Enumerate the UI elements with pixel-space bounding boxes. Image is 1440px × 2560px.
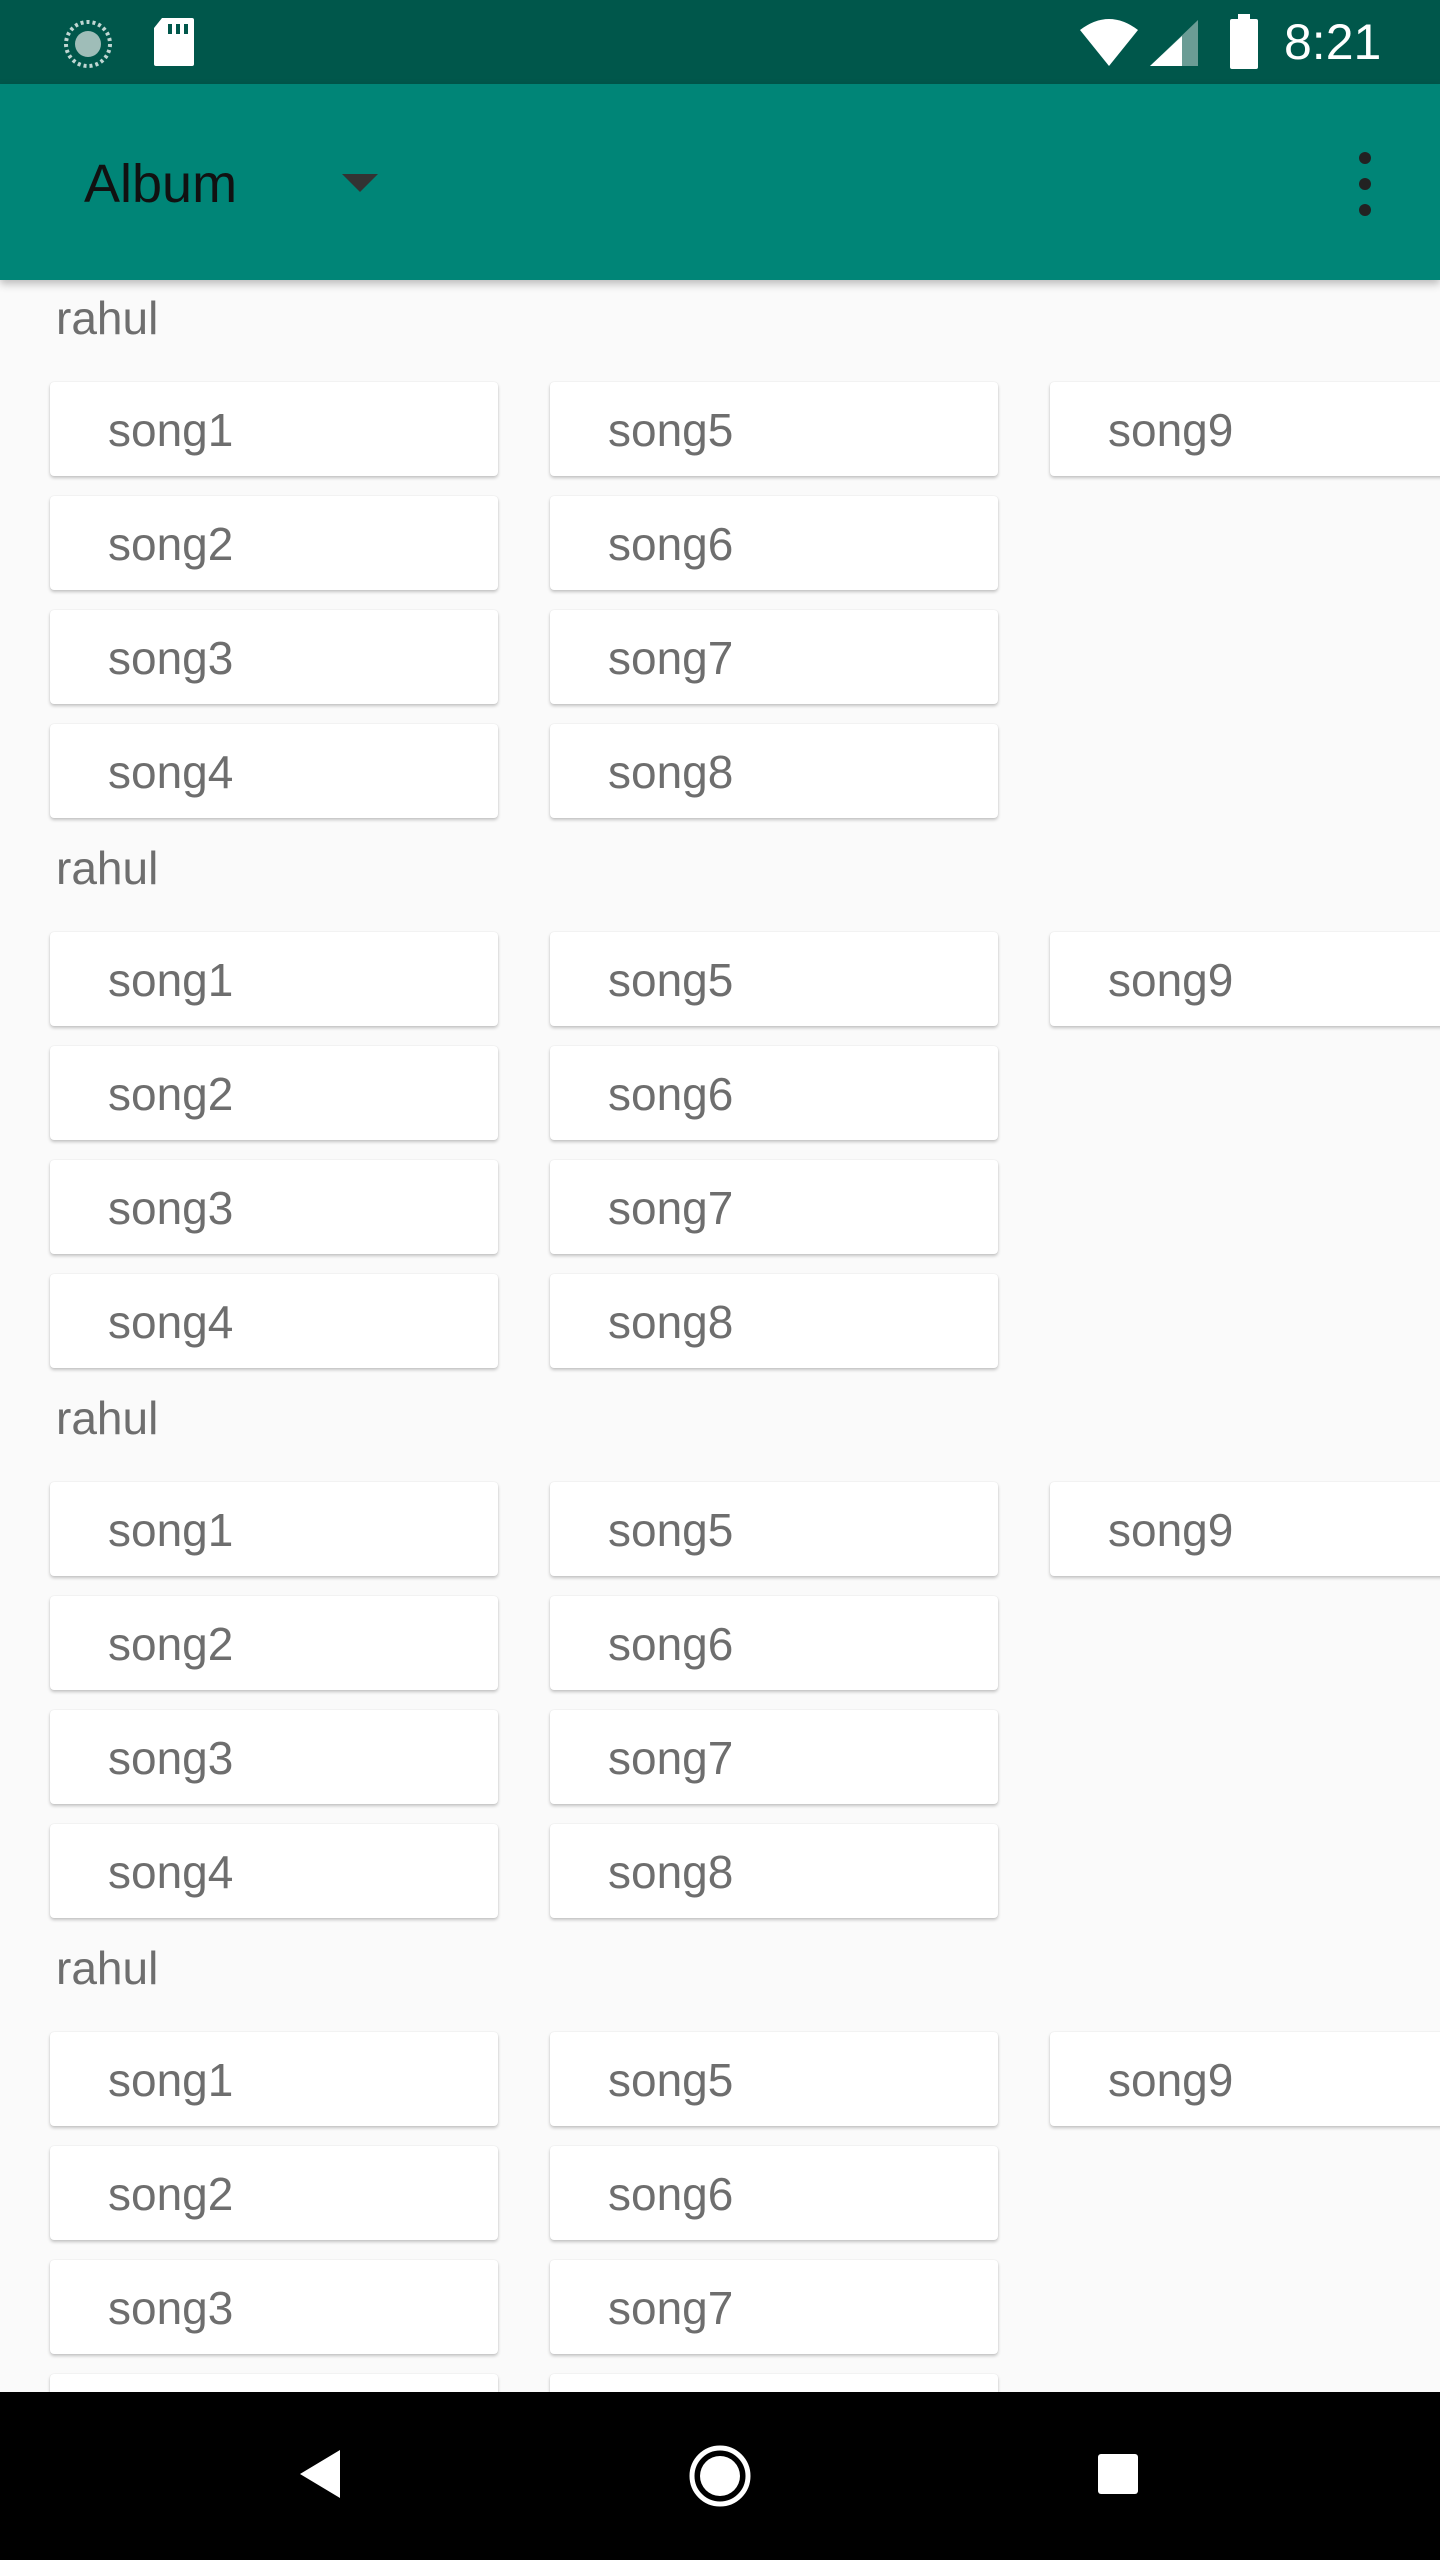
recents-icon[interactable] <box>1096 2452 1140 2496</box>
song-label: song6 <box>608 518 734 570</box>
navigation-bar <box>0 2392 1440 2560</box>
song-label: song1 <box>108 2054 234 2106</box>
song-label: song9 <box>1108 1504 1234 1556</box>
cell-signal-icon <box>1150 20 1198 66</box>
song-label: song7 <box>608 1732 734 1784</box>
song-button[interactable]: song8 <box>550 2374 998 2392</box>
song-label: song6 <box>608 1068 734 1120</box>
song-label: song3 <box>108 632 234 684</box>
song-button[interactable]: song1 <box>50 382 498 476</box>
song-button[interactable]: song6 <box>550 1046 998 1140</box>
song-label: song7 <box>608 1182 734 1234</box>
song-label: song7 <box>608 632 734 684</box>
song-label: song2 <box>108 2168 234 2220</box>
song-label: song2 <box>108 1618 234 1670</box>
home-icon[interactable] <box>688 2444 752 2508</box>
album-section: rahul song1 song2 song3 song4 song5 song… <box>0 1380 1440 1930</box>
song-button[interactable]: song9 <box>1050 932 1440 1026</box>
wifi-icon <box>1080 19 1138 66</box>
album-title: rahul <box>56 292 159 344</box>
spinner-selected-value: Album <box>84 154 238 214</box>
song-label: song5 <box>608 404 734 456</box>
album-title: rahul <box>56 1942 159 1994</box>
song-button[interactable]: song8 <box>550 1824 998 1918</box>
song-label: song7 <box>608 2282 734 2334</box>
song-label: song9 <box>1108 2054 1234 2106</box>
clock: 8:21 <box>1284 14 1382 70</box>
song-label: song6 <box>608 1618 734 1670</box>
song-button[interactable]: song4 <box>50 2374 498 2392</box>
song-button[interactable]: song9 <box>1050 382 1440 476</box>
sd-card-icon <box>154 18 194 66</box>
album-title: rahul <box>56 842 159 894</box>
song-button[interactable]: song1 <box>50 2032 498 2126</box>
song-label: song8 <box>608 1846 734 1898</box>
album-list[interactable]: rahul song1 song2 song3 song4 song5 song… <box>0 280 1440 2392</box>
song-button[interactable]: song7 <box>550 1160 998 1254</box>
more-vert-icon[interactable] <box>1340 144 1390 224</box>
song-label: song3 <box>108 1732 234 1784</box>
app-screen: 8:21 Album rahul song1 song2 song3 song4… <box>0 0 1440 2560</box>
song-label: song1 <box>108 954 234 1006</box>
song-button[interactable]: song8 <box>550 724 998 818</box>
song-button[interactable]: song5 <box>550 932 998 1026</box>
song-button[interactable]: song6 <box>550 2146 998 2240</box>
song-label: song4 <box>108 1296 234 1348</box>
status-bar: 8:21 <box>0 0 1440 84</box>
song-button[interactable]: song5 <box>550 1482 998 1576</box>
song-label: song9 <box>1108 404 1234 456</box>
song-button[interactable]: song8 <box>550 1274 998 1368</box>
song-button[interactable]: song3 <box>50 1160 498 1254</box>
song-button[interactable]: song9 <box>1050 1482 1440 1576</box>
song-button[interactable]: song7 <box>550 2260 998 2354</box>
battery-icon <box>1230 14 1258 69</box>
song-label: song2 <box>108 1068 234 1120</box>
dropdown-arrow-icon <box>342 174 378 192</box>
toolbar: Album <box>0 84 1440 280</box>
song-button[interactable]: song1 <box>50 1482 498 1576</box>
song-button[interactable]: song4 <box>50 724 498 818</box>
song-label: song9 <box>1108 954 1234 1006</box>
song-button[interactable]: song5 <box>550 2032 998 2126</box>
song-button[interactable]: song4 <box>50 1274 498 1368</box>
song-button[interactable]: song5 <box>550 382 998 476</box>
song-button[interactable]: song4 <box>50 1824 498 1918</box>
song-button[interactable]: song2 <box>50 496 498 590</box>
song-button[interactable]: song2 <box>50 2146 498 2240</box>
song-button[interactable]: song2 <box>50 1596 498 1690</box>
song-button[interactable]: song3 <box>50 2260 498 2354</box>
album-section: rahul song1 song2 song3 song4 song5 song… <box>0 280 1440 830</box>
song-label: song5 <box>608 2054 734 2106</box>
song-button[interactable]: song7 <box>550 1710 998 1804</box>
song-label: song8 <box>608 1296 734 1348</box>
back-icon[interactable] <box>296 2446 344 2502</box>
song-button[interactable]: song7 <box>550 610 998 704</box>
song-button[interactable]: song6 <box>550 1596 998 1690</box>
song-button[interactable]: song2 <box>50 1046 498 1140</box>
sync-icon <box>64 20 112 68</box>
album-section: rahul song1 song2 song3 song4 song5 song… <box>0 830 1440 1380</box>
song-label: song1 <box>108 1504 234 1556</box>
album-section: rahul song1 song2 song3 song4 song5 song… <box>0 1930 1440 2392</box>
song-label: song5 <box>608 1504 734 1556</box>
song-label: song1 <box>108 404 234 456</box>
album-spinner[interactable]: Album <box>84 144 378 224</box>
album-title: rahul <box>56 1392 159 1444</box>
song-button[interactable]: song1 <box>50 932 498 1026</box>
song-label: song2 <box>108 518 234 570</box>
song-label: song5 <box>608 954 734 1006</box>
song-button[interactable]: song3 <box>50 610 498 704</box>
song-button[interactable]: song3 <box>50 1710 498 1804</box>
song-button[interactable]: song9 <box>1050 2032 1440 2126</box>
song-label: song3 <box>108 1182 234 1234</box>
song-button[interactable]: song6 <box>550 496 998 590</box>
song-label: song4 <box>108 1846 234 1898</box>
song-label: song3 <box>108 2282 234 2334</box>
song-label: song4 <box>108 746 234 798</box>
song-label: song8 <box>608 746 734 798</box>
song-label: song6 <box>608 2168 734 2220</box>
